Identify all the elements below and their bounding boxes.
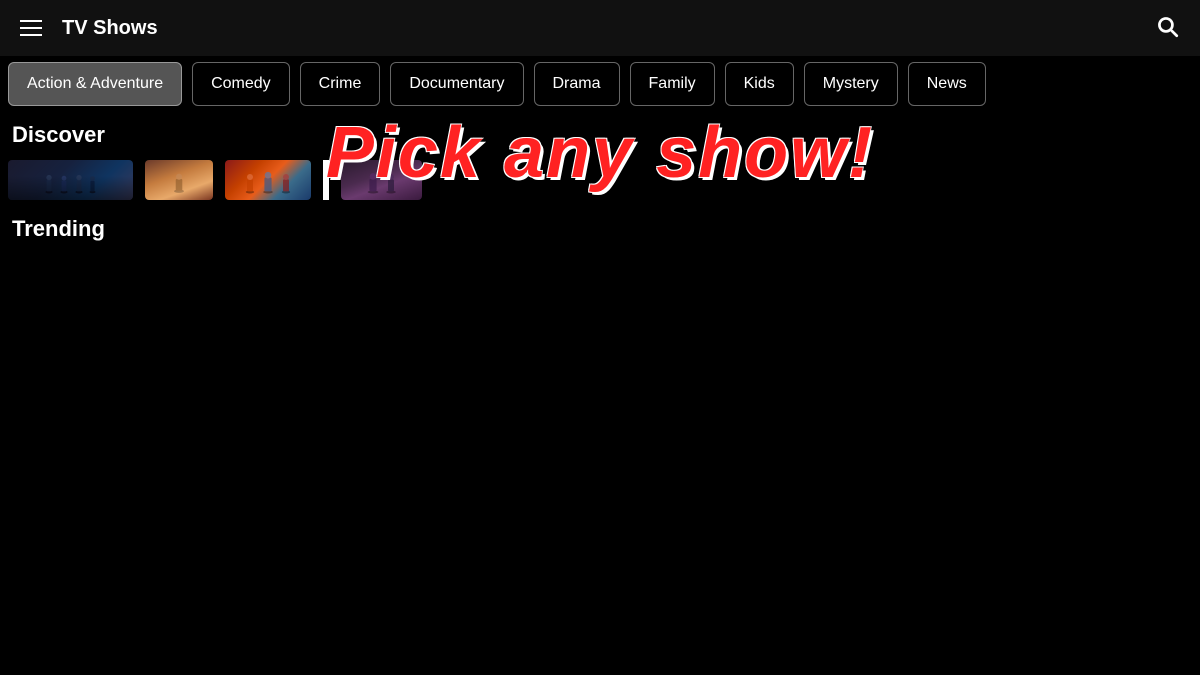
discover-shows-row: All of Us Are Dead 2022-01-28 Euphoria 2… (8, 160, 1200, 200)
genre-btn-comedy[interactable]: Comedy (192, 62, 290, 106)
main-content: Discover (0, 112, 1200, 254)
header-left: TV Shows (20, 17, 158, 40)
genre-btn-kids[interactable]: Kids (725, 62, 794, 106)
genre-btn-crime[interactable]: Crime (300, 62, 381, 106)
show-card-peacemaker[interactable]: Peacemaker 2022-01-13 (225, 160, 311, 200)
genre-btn-drama[interactable]: Drama (534, 62, 620, 106)
search-icon[interactable] (1154, 13, 1180, 44)
show-thumb-allofusdead (8, 160, 133, 200)
trending-section-title: Trending (8, 216, 1200, 242)
show-card-euphoria[interactable]: Euphoria 2019-06-16 (145, 160, 214, 200)
genre-btn-action[interactable]: Action & Adventure (8, 62, 182, 106)
show-card-darkdesire[interactable]: Dark Desire 2020-07-15 (341, 160, 422, 200)
genre-btn-family[interactable]: Family (630, 62, 715, 106)
page-title: TV Shows (62, 17, 158, 40)
show-card-bobafett[interactable]: The Book of Boba Fett 2021-12-29 (323, 160, 329, 200)
show-card-allofusdead[interactable]: All of Us Are Dead 2022-01-28 (8, 160, 133, 200)
genre-btn-documentary[interactable]: Documentary (390, 62, 523, 106)
show-thumb-euphoria (145, 160, 214, 200)
genre-btn-mystery[interactable]: Mystery (804, 62, 898, 106)
header: TV Shows (0, 0, 1200, 56)
show-thumb-peacemaker (225, 160, 311, 200)
discover-section-title: Discover (8, 122, 1200, 148)
hamburger-menu-icon[interactable] (20, 20, 42, 36)
genre-btn-news[interactable]: News (908, 62, 986, 106)
genre-bar: Action & Adventure Comedy Crime Document… (0, 56, 1200, 112)
show-thumb-darkdesire (341, 160, 422, 200)
